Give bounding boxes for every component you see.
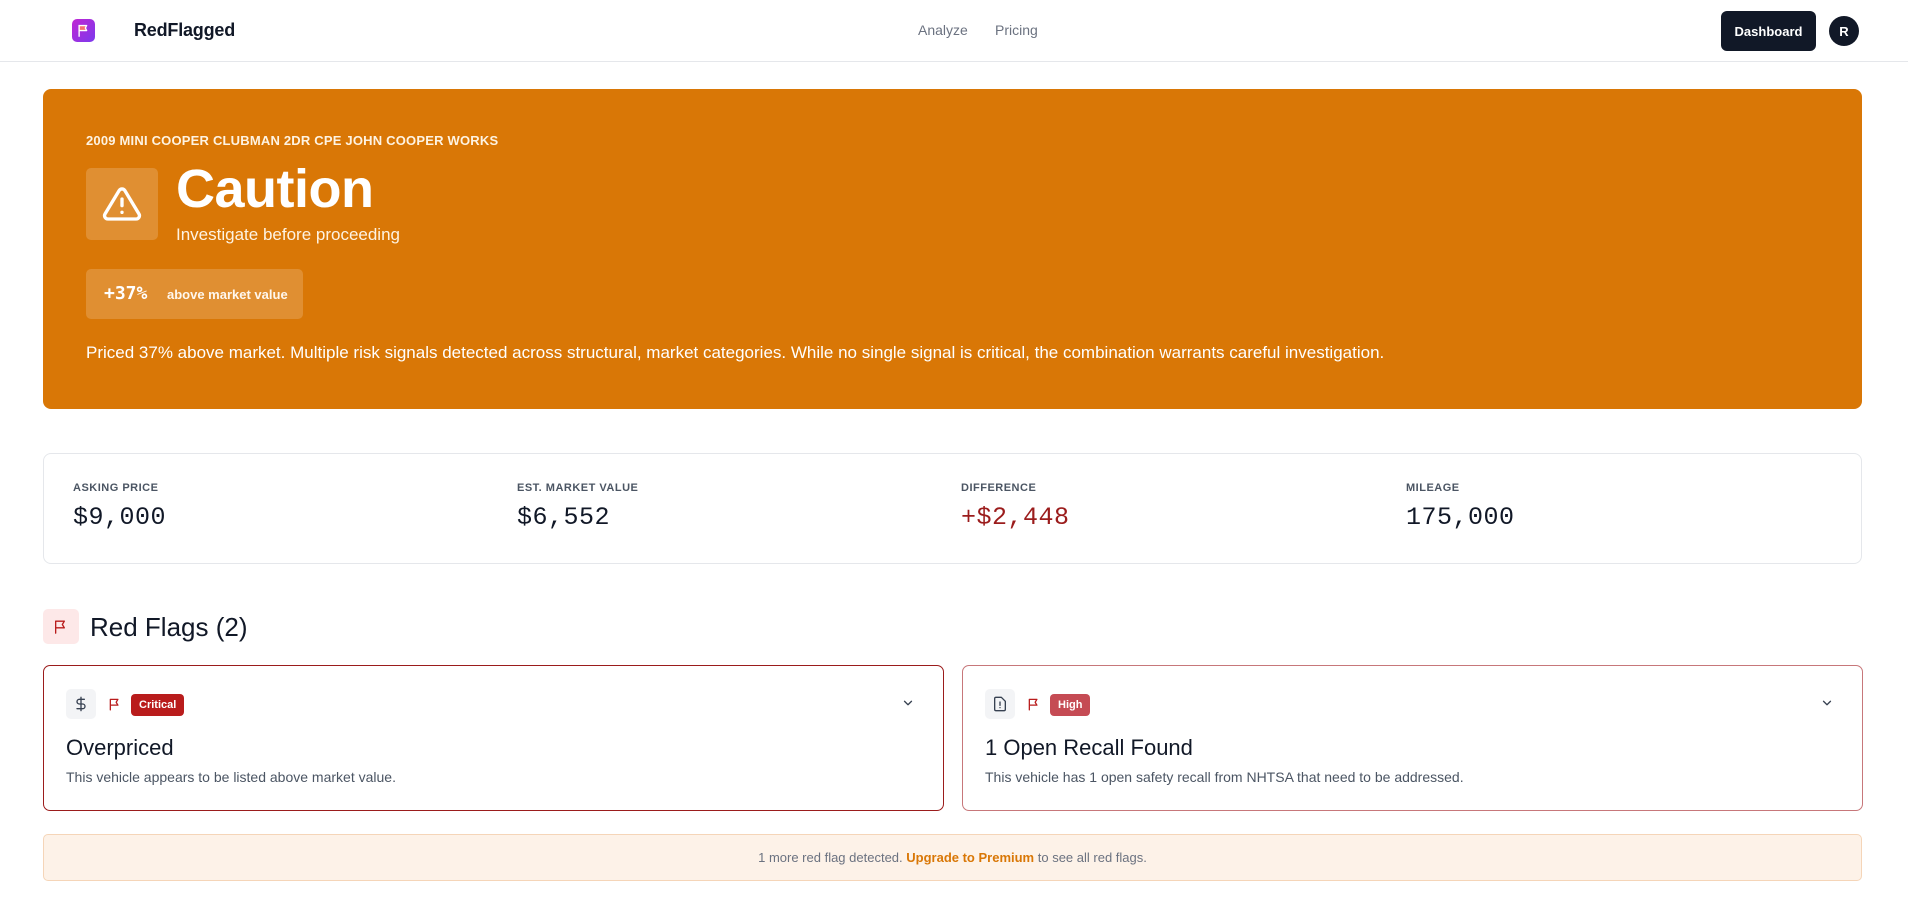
severity-badge: Critical — [131, 694, 185, 716]
stat-mileage: MILEAGE 175,000 — [1406, 482, 1515, 532]
warning-icon — [86, 168, 158, 240]
stat-label: ASKING PRICE — [73, 482, 159, 494]
red-flag-card-recall[interactable]: High 1 Open Recall Found This vehicle ha… — [962, 665, 1863, 811]
market-percent-value: +37% — [104, 283, 148, 304]
red-flag-card-overpriced[interactable]: Critical Overpriced This vehicle appears… — [43, 665, 944, 811]
red-flag-title: 1 Open Recall Found — [985, 735, 1193, 760]
nav-analyze-link[interactable]: Analyze — [918, 22, 968, 38]
user-avatar[interactable]: R — [1829, 16, 1859, 46]
stat-asking-price: ASKING PRICE $9,000 — [73, 482, 166, 532]
logo-icon[interactable] — [72, 19, 95, 42]
vehicle-title: 2009 MINI COOPER CLUBMAN 2DR CPE JOHN CO… — [86, 133, 499, 148]
market-percent-pill: +37% above market value — [86, 269, 303, 319]
verdict-subtitle: Investigate before proceeding — [176, 225, 400, 244]
stat-label: DIFFERENCE — [961, 482, 1037, 494]
stat-market-value: EST. MARKET VALUE $6,552 — [517, 482, 638, 532]
brand-name[interactable]: RedFlagged — [134, 20, 235, 41]
red-flag-title: Overpriced — [66, 735, 174, 760]
nav-pricing-link[interactable]: Pricing — [995, 22, 1038, 38]
stat-value: 175,000 — [1406, 503, 1515, 532]
chevron-down-icon[interactable] — [1820, 696, 1834, 710]
upgrade-notice: 1 more red flag detected. Upgrade to Pre… — [43, 834, 1862, 881]
notice-suffix: to see all red flags. — [1037, 850, 1147, 865]
flag-icon — [1028, 698, 1038, 711]
stat-label: EST. MARKET VALUE — [517, 482, 639, 494]
price-stats-panel: ASKING PRICE $9,000 EST. MARKET VALUE $6… — [43, 453, 1862, 564]
red-flags-heading: Red Flags (2) — [90, 612, 248, 642]
severity-badge: High — [1050, 694, 1091, 716]
verdict-banner: 2009 MINI COOPER CLUBMAN 2DR CPE JOHN CO… — [43, 89, 1862, 409]
red-flag-description: This vehicle has 1 open safety recall fr… — [985, 769, 1464, 785]
stat-label: MILEAGE — [1406, 482, 1460, 494]
market-percent-label: above market value — [167, 287, 288, 302]
red-flag-description: This vehicle appears to be listed above … — [66, 769, 396, 785]
dollar-icon — [66, 689, 96, 719]
dashboard-button[interactable]: Dashboard — [1721, 11, 1816, 51]
flag-icon — [43, 609, 79, 644]
stat-value: +$2,448 — [961, 503, 1070, 532]
verdict-heading: Caution — [176, 159, 374, 219]
verdict-summary: Priced 37% above market. Multiple risk s… — [86, 343, 1385, 362]
stat-value: $9,000 — [73, 503, 167, 532]
chevron-down-icon[interactable] — [901, 696, 915, 710]
upgrade-premium-link[interactable]: Upgrade to Premium — [906, 850, 1034, 865]
alert-file-icon — [985, 689, 1015, 719]
top-nav: RedFlagged Analyze Pricing Dashboard R — [0, 0, 1908, 62]
stat-difference: DIFFERENCE +$2,448 — [961, 482, 1070, 532]
flag-icon — [109, 698, 119, 711]
notice-prefix: 1 more red flag detected. — [758, 850, 903, 865]
stat-value: $6,552 — [517, 503, 611, 532]
